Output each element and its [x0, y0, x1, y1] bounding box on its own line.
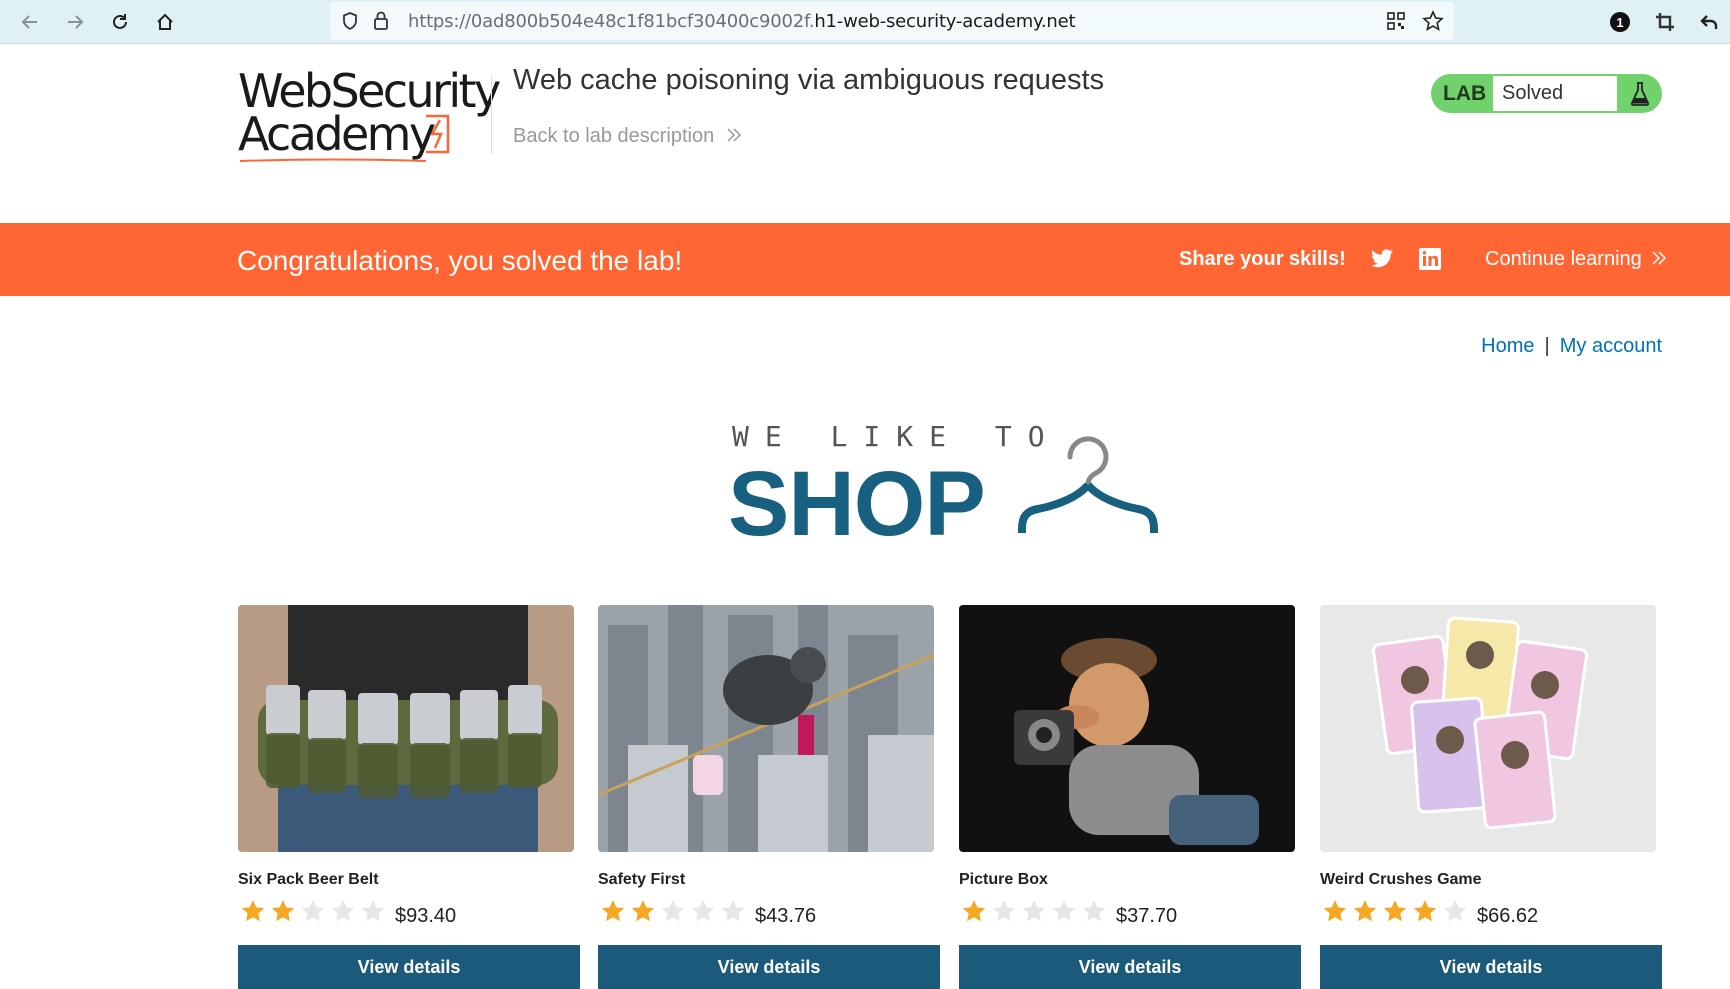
lab-status-box: Solved	[1493, 76, 1617, 111]
product-image-beer-belt[interactable]	[238, 605, 574, 852]
url-text[interactable]: https://0ad800b504e48c1f81bcf30400c9002f…	[408, 11, 1076, 32]
star-empty-icon	[301, 900, 325, 922]
forward-arrow-icon[interactable]	[60, 7, 90, 37]
product-name: Safety First	[598, 871, 686, 888]
extension-icon[interactable]: 1	[1605, 7, 1635, 37]
top-navigation: Home | My account	[1481, 335, 1662, 358]
lab-title: Web cache poisoning via ambiguous reques…	[513, 64, 1105, 96]
product-image-weird-crushes[interactable]	[1320, 605, 1656, 852]
lab-label: LAB	[1443, 82, 1487, 105]
web-security-academy-logo[interactable]: WebSecurity Academy	[238, 68, 501, 165]
product-rating	[598, 898, 748, 924]
home-icon[interactable]	[150, 7, 180, 37]
product-name: Picture Box	[959, 871, 1048, 888]
double-chevron-right-icon	[727, 128, 741, 142]
star-filled-icon	[962, 900, 986, 922]
star-empty-icon	[331, 900, 355, 922]
product-price: $93.40	[395, 905, 457, 927]
reload-icon[interactable]	[105, 7, 135, 37]
star-filled-icon	[1413, 900, 1437, 922]
my-account-link[interactable]: My account	[1560, 335, 1662, 357]
product-card: Safety First $43.76 View details	[598, 605, 940, 989]
back-link-label: Back to lab description	[513, 125, 715, 147]
product-price: $43.76	[755, 905, 817, 927]
star-empty-icon	[721, 900, 745, 922]
product-image-picture-box[interactable]	[959, 605, 1295, 852]
twitter-icon[interactable]	[1370, 247, 1394, 271]
flask-icon	[1618, 74, 1662, 113]
back-arrow-icon[interactable]	[15, 7, 45, 37]
header-divider	[491, 76, 492, 154]
continue-learning-link[interactable]: Continue learning	[1485, 248, 1667, 271]
lab-status-badge: LAB Solved	[1431, 74, 1662, 113]
product-image-safety-first[interactable]	[598, 605, 934, 852]
product-price: $37.70	[1116, 905, 1178, 927]
url-prefix: https://0ad800b504e48c1f81bcf30400c9002f…	[408, 11, 815, 32]
product-card: Weird Crushes Game $66.62 View details	[1320, 605, 1662, 989]
star-empty-icon	[691, 900, 715, 922]
view-details-button[interactable]: View details	[598, 945, 940, 989]
hero-title: SHOP	[728, 453, 986, 555]
view-details-button[interactable]: View details	[238, 945, 580, 989]
logo-bolt-icon	[426, 114, 450, 154]
star-filled-icon	[241, 900, 265, 922]
shield-icon[interactable]	[340, 11, 360, 36]
lock-icon[interactable]	[372, 10, 390, 37]
star-empty-icon	[1082, 900, 1106, 922]
qr-code-icon[interactable]	[1387, 12, 1405, 35]
product-rating	[1320, 898, 1470, 924]
view-details-button[interactable]: View details	[1320, 945, 1662, 989]
svg-text:1: 1	[1616, 15, 1623, 30]
star-empty-icon	[1052, 900, 1076, 922]
star-filled-icon	[631, 900, 655, 922]
share-skills-label: Share your skills!	[1179, 248, 1346, 270]
browser-toolbar: https://0ad800b504e48c1f81bcf30400c9002f…	[0, 0, 1730, 44]
product-card: Six Pack Beer Belt $93.40 View details	[238, 605, 580, 989]
clothes-hanger-icon	[1018, 436, 1158, 533]
address-bar[interactable]: https://0ad800b504e48c1f81bcf30400c9002f…	[330, 2, 1454, 40]
star-filled-icon	[601, 900, 625, 922]
view-details-button[interactable]: View details	[959, 945, 1301, 989]
back-to-lab-description-link[interactable]: Back to lab description	[513, 125, 742, 148]
congratulations-message: Congratulations, you solved the lab!	[237, 245, 683, 276]
linkedin-icon[interactable]	[1418, 247, 1442, 271]
product-price: $66.62	[1477, 905, 1539, 927]
product-card: Picture Box $37.70 View details	[959, 605, 1301, 989]
home-link[interactable]: Home	[1481, 335, 1534, 357]
bookmark-star-icon[interactable]	[1422, 10, 1444, 37]
congratulations-banner: Congratulations, you solved the lab! Sha…	[0, 223, 1730, 296]
hero-tagline: WE LIKE TO	[732, 420, 1061, 453]
product-rating	[959, 898, 1109, 924]
star-empty-icon	[992, 900, 1016, 922]
star-filled-icon	[1353, 900, 1377, 922]
nav-separator: |	[1544, 335, 1550, 357]
logo-underline	[239, 158, 427, 162]
product-name: Six Pack Beer Belt	[238, 871, 379, 888]
star-empty-icon	[361, 900, 385, 922]
star-empty-icon	[661, 900, 685, 922]
double-chevron-right-icon	[1652, 251, 1667, 265]
url-host: h1-web-security-academy.net	[814, 11, 1076, 32]
star-empty-icon	[1022, 900, 1046, 922]
crop-icon[interactable]	[1650, 7, 1680, 37]
product-rating	[238, 898, 388, 924]
star-filled-icon	[271, 900, 295, 922]
star-filled-icon	[1323, 900, 1347, 922]
star-empty-icon	[1443, 900, 1467, 922]
lab-status-text: Solved	[1502, 82, 1564, 104]
star-filled-icon	[1383, 900, 1407, 922]
product-name: Weird Crushes Game	[1320, 871, 1482, 888]
continue-learning-label: Continue learning	[1485, 248, 1642, 270]
undo-arrow-icon[interactable]	[1694, 7, 1724, 37]
